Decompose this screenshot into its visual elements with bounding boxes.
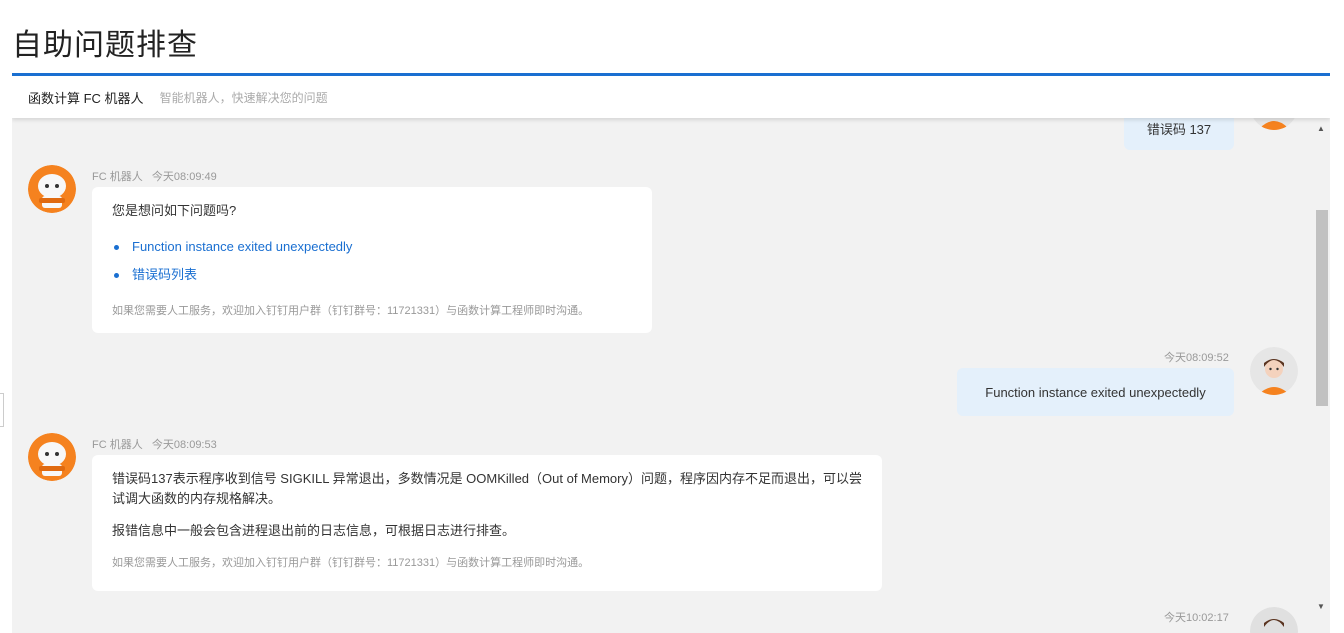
chat-panel: 错误码 137 FC 机器人 今天08:09:49 您是想问如下问题吗? Fun… — [12, 73, 1330, 633]
user-message-text: Function instance exited unexpectedly — [985, 384, 1206, 400]
robot-avatar-icon — [28, 165, 76, 213]
bot-message-meta: FC 机器人 今天08:09:49 — [92, 168, 217, 184]
chat-header: 函数计算 FC 机器人 智能机器人，快速解决您的问题 — [12, 76, 1330, 118]
user-avatar-icon — [1250, 607, 1298, 633]
bot-message-bubble: 您是想问如下问题吗? Function instance exited unex… — [92, 187, 652, 333]
message-time: 今天08:09:49 — [151, 171, 217, 183]
user-message-time: 今天08:09:52 — [1164, 352, 1229, 364]
suggestion-list: Function instance exited unexpectedly 错误… — [112, 233, 632, 289]
suggestion-link[interactable]: Function instance exited unexpectedly — [112, 233, 632, 261]
support-footnote: 如果您需要人工服务，欢迎加入钉钉用户群（钉钉群号：11721331）与函数计算工… — [112, 557, 590, 569]
message-time: 今天08:09:53 — [151, 439, 217, 451]
scrollbar-thumb[interactable] — [1316, 210, 1328, 406]
bot-message-bubble: 错误码137表示程序收到信号 SIGKILL 异常退出，多数情况是 OOMKil… — [92, 455, 882, 591]
bot-description: 智能机器人，快速解决您的问题 — [159, 90, 328, 105]
side-collapse-handle[interactable] — [0, 393, 4, 427]
page-title: 自助问题排查 — [12, 29, 198, 62]
answer-paragraph: 报错信息中一般会包含进程退出前的日志信息，可根据日志进行排查。 — [112, 523, 516, 538]
bot-question: 您是想问如下问题吗? — [112, 203, 237, 218]
suggestion-link[interactable]: 错误码列表 — [112, 261, 632, 289]
robot-avatar-icon — [28, 433, 76, 481]
user-avatar-icon — [1250, 347, 1298, 395]
scroll-down-icon[interactable]: ▼ — [1317, 602, 1325, 611]
sender-name: FC 机器人 — [92, 171, 143, 183]
answer-paragraph: 错误码137表示程序收到信号 SIGKILL 异常退出，多数情况是 OOMKil… — [112, 471, 862, 506]
user-message-text: 错误码 137 — [1146, 122, 1212, 137]
user-message-time: 今天10:02:17 — [1164, 612, 1229, 624]
bot-name: 函数计算 FC 机器人 — [28, 90, 144, 106]
bot-message-meta: FC 机器人 今天08:09:53 — [92, 436, 217, 452]
scroll-up-icon[interactable]: ▲ — [1317, 124, 1325, 133]
chat-scroll-area[interactable]: 错误码 137 FC 机器人 今天08:09:49 您是想问如下问题吗? Fun… — [12, 76, 1330, 633]
user-message-bubble: Function instance exited unexpectedly — [957, 368, 1234, 416]
support-footnote: 如果您需要人工服务，欢迎加入钉钉用户群（钉钉群号：11721331）与函数计算工… — [112, 305, 590, 317]
sender-name: FC 机器人 — [92, 439, 143, 451]
